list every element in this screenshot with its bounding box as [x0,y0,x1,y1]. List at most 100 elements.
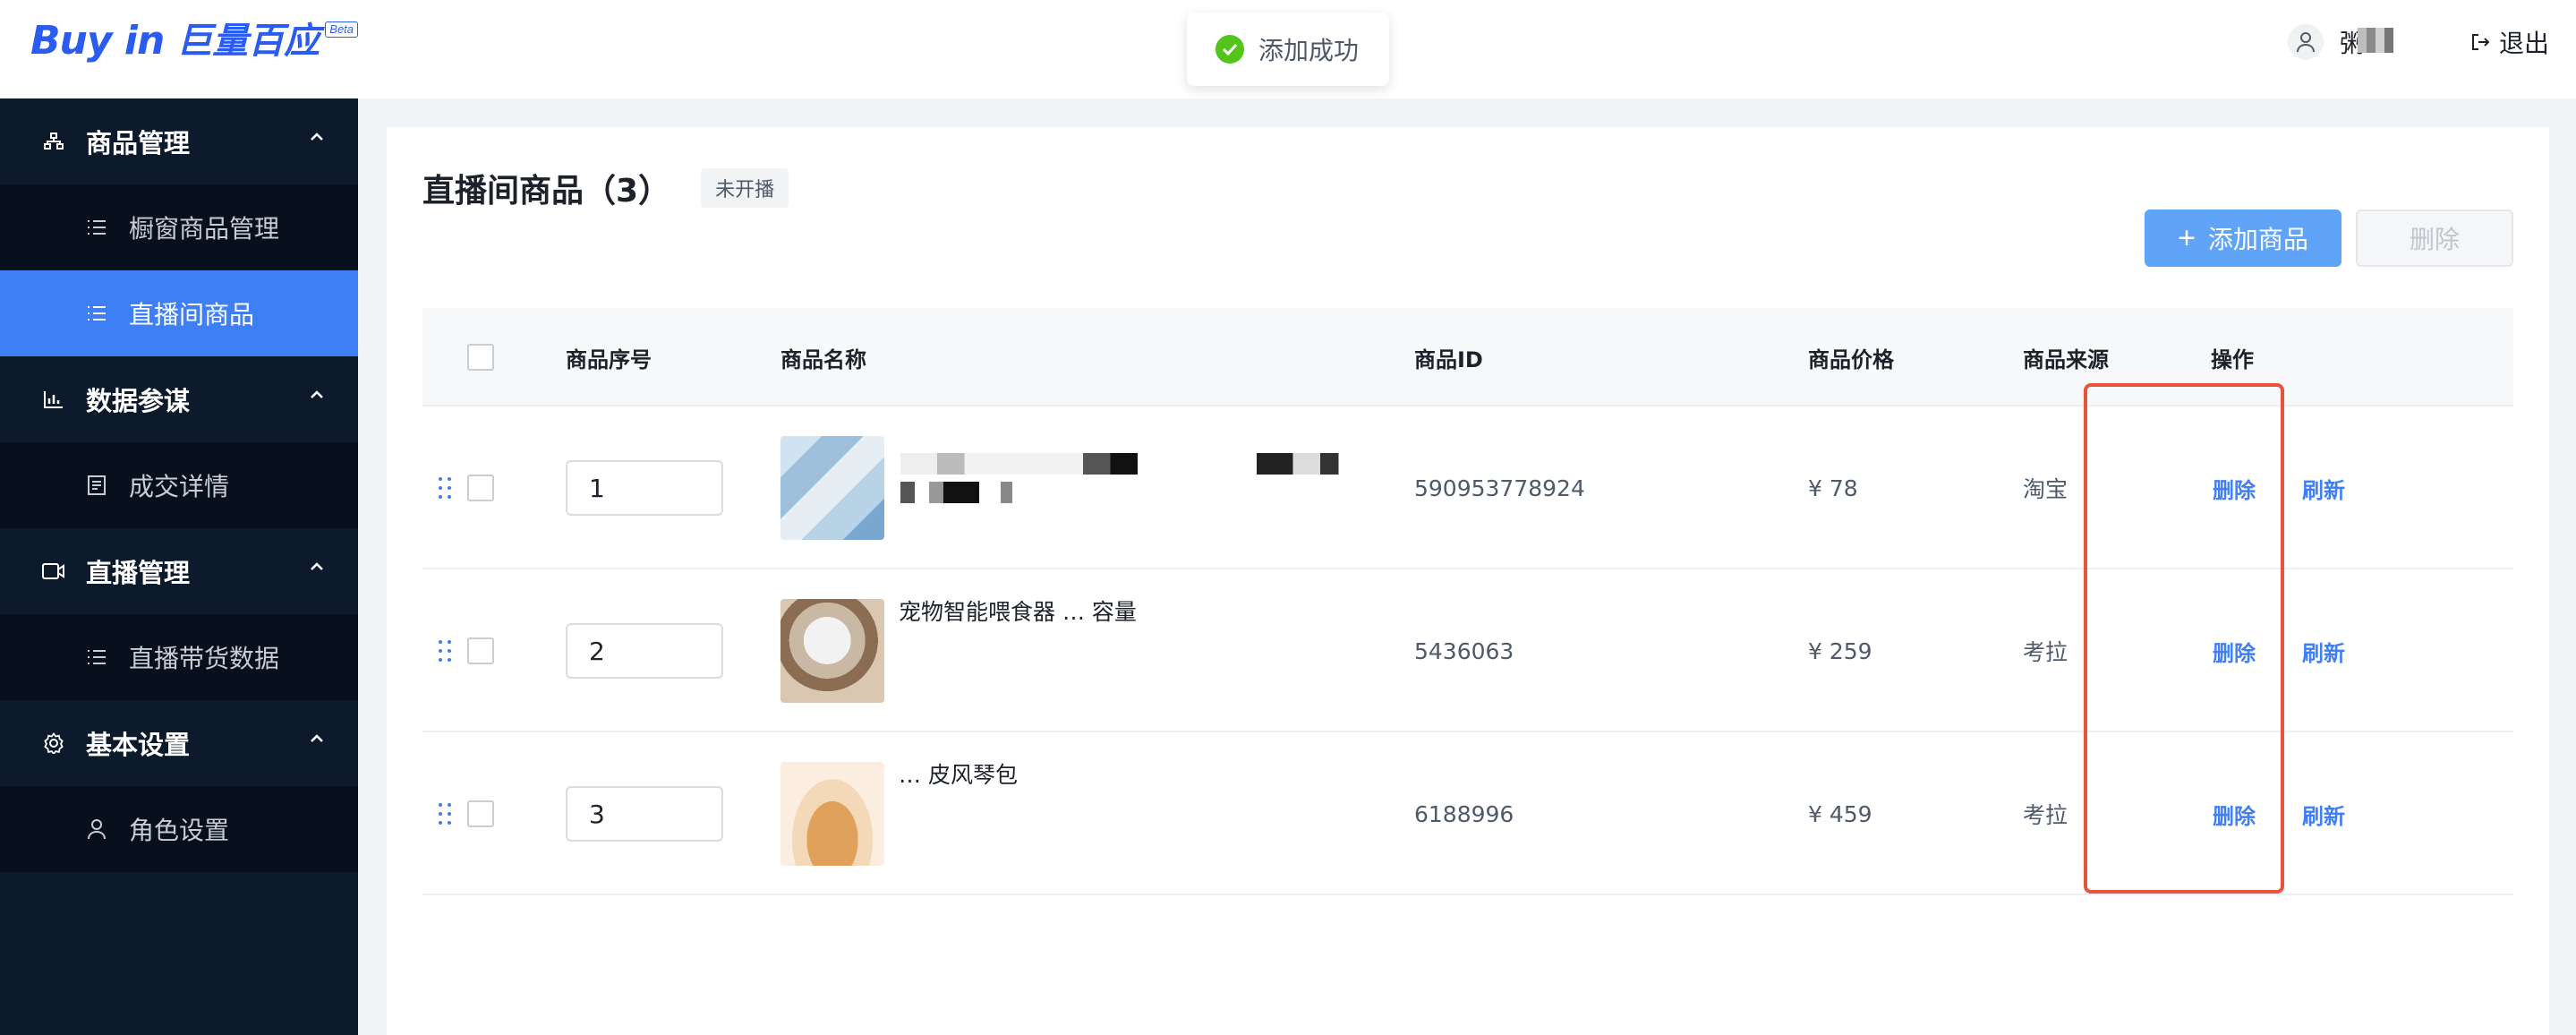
menu-group-live: 直播管理 直播带货数据 [0,528,358,700]
name-cell: … 皮风琴包 [780,732,1371,895]
logo-text: Buy in [30,18,165,64]
name-cell [780,406,1371,569]
sidebar-item-live-sales-data[interactable]: 直播带货数据 [0,614,358,700]
drag-handle-icon[interactable] [439,732,451,895]
logo-cn: 巨量百应 [176,21,320,62]
seq-cell: 1 [566,406,723,569]
row-checkbox[interactable] [467,475,494,501]
chevron-up-icon [311,734,323,742]
header-price: 商品价格 [1808,346,1894,372]
menu-head-data[interactable]: 数据参谋 [0,356,358,442]
sidebar-item-label: 橱窗商品管理 [129,214,280,244]
list-icon [84,301,109,326]
menu-head-label: 数据参谋 [86,386,191,416]
user-area: 粥 退出 [2287,20,2549,64]
sidebar-item-live-room-products[interactable]: 直播间商品 [0,270,358,356]
menu-head-label: 商品管理 [86,128,191,158]
add-product-label: 添加商品 [2207,226,2308,253]
sidebar-item-label: 直播带货数据 [129,644,280,673]
row-checkbox-cell [467,406,494,569]
product-tree-icon [41,129,66,154]
bulk-delete-label: 删除 [2409,226,2460,253]
product-price: ¥ 78 [1808,475,1858,501]
product-price: ¥ 459 [1808,800,1872,827]
chevron-up-icon [311,133,323,141]
blurred-name [900,482,1044,503]
user-icon [84,817,109,842]
product-id: 5436063 [1414,637,1514,664]
row-checkbox-cell [467,732,494,895]
header-seq: 商品序号 [566,346,652,372]
product-thumbnail [780,436,884,540]
logout-button[interactable]: 退出 [2470,24,2549,60]
seq-input[interactable]: 3 [566,786,723,842]
select-all-checkbox[interactable] [467,344,494,371]
sidebar-item-role-settings[interactable]: 角色设置 [0,786,358,872]
list-icon [84,645,109,670]
drag-handle-icon[interactable] [439,406,451,569]
product-source: 考拉 [2023,639,2068,665]
blurred-name [2357,28,2393,53]
add-product-button[interactable]: + 添加商品 [2145,210,2341,267]
product-source: 考拉 [2023,802,2068,828]
document-icon [84,473,109,498]
seq-cell: 2 [566,569,723,732]
beta-badge: Beta [325,21,359,38]
menu-head-product[interactable]: 商品管理 [0,98,358,184]
drag-handle-icon[interactable] [439,569,451,732]
seq-input[interactable]: 2 [566,623,723,679]
product-price: ¥ 259 [1808,637,1872,664]
list-icon [84,215,109,240]
menu-head-label: 基本设置 [86,730,191,760]
menu-group-settings: 基本设置 角色设置 [0,700,358,872]
logout-label: 退出 [2498,29,2549,58]
menu-head-label: 直播管理 [86,558,191,588]
user-icon[interactable] [2287,24,2324,60]
video-icon [41,559,66,584]
sidebar-item-window-products[interactable]: 橱窗商品管理 [0,184,358,270]
refresh-link[interactable]: 刷新 [2302,732,2345,895]
toast-text: 添加成功 [1258,36,1360,65]
success-toast: 添加成功 [1187,13,1389,86]
blurred-name [900,453,1357,475]
product-name: 宠物智能喂食器 … 容量 [899,599,1137,625]
product-name: … 皮风琴包 [899,762,1018,788]
check-circle-icon [1215,35,1244,64]
row-checkbox[interactable] [467,800,494,827]
menu-group-data: 数据参谋 成交详情 [0,356,358,528]
menu-head-live[interactable]: 直播管理 [0,528,358,614]
product-thumbnail [780,599,884,703]
logo[interactable]: Buy in 巨量百应 Beta [30,16,359,70]
menu-group-product: 商品管理 橱窗商品管理 直播间商品 [0,98,358,356]
refresh-link[interactable]: 刷新 [2302,406,2345,569]
sidebar: 商品管理 橱窗商品管理 直播间商品 数据参谋 成交详情 直播管理 直播带货数据 … [0,98,358,1035]
gear-icon [41,731,66,756]
page-title: 直播间商品（3） [422,173,671,210]
title-row: 直播间商品（3） 未开播 [422,165,789,211]
sidebar-item-deal-details[interactable]: 成交详情 [0,442,358,528]
seq-input[interactable]: 1 [566,460,723,516]
bar-chart-icon [41,387,66,412]
plus-icon: + [2178,220,2196,255]
user-name[interactable]: 粥 [2340,24,2420,60]
row-checkbox-cell [467,569,494,732]
status-badge: 未开播 [701,168,789,208]
logout-icon [2471,34,2490,50]
sidebar-item-label: 直播间商品 [129,300,255,329]
row-checkbox[interactable] [467,637,494,664]
chevron-up-icon [311,390,323,398]
seq-cell: 3 [566,732,723,895]
menu-head-settings[interactable]: 基本设置 [0,700,358,786]
header-name: 商品名称 [780,346,866,372]
annotation-highlight-box [2084,383,2284,894]
sidebar-item-label: 角色设置 [129,816,230,845]
product-thumbnail [780,762,884,866]
chevron-up-icon [311,562,323,570]
name-cell: 宠物智能喂食器 … 容量 [780,569,1371,732]
sidebar-item-label: 成交详情 [129,472,230,501]
product-source: 淘宝 [2023,476,2068,502]
bulk-delete-button[interactable]: 删除 [2356,210,2513,267]
select-all-cell [467,308,494,406]
refresh-link[interactable]: 刷新 [2302,569,2345,732]
product-id: 590953778924 [1414,475,1585,501]
